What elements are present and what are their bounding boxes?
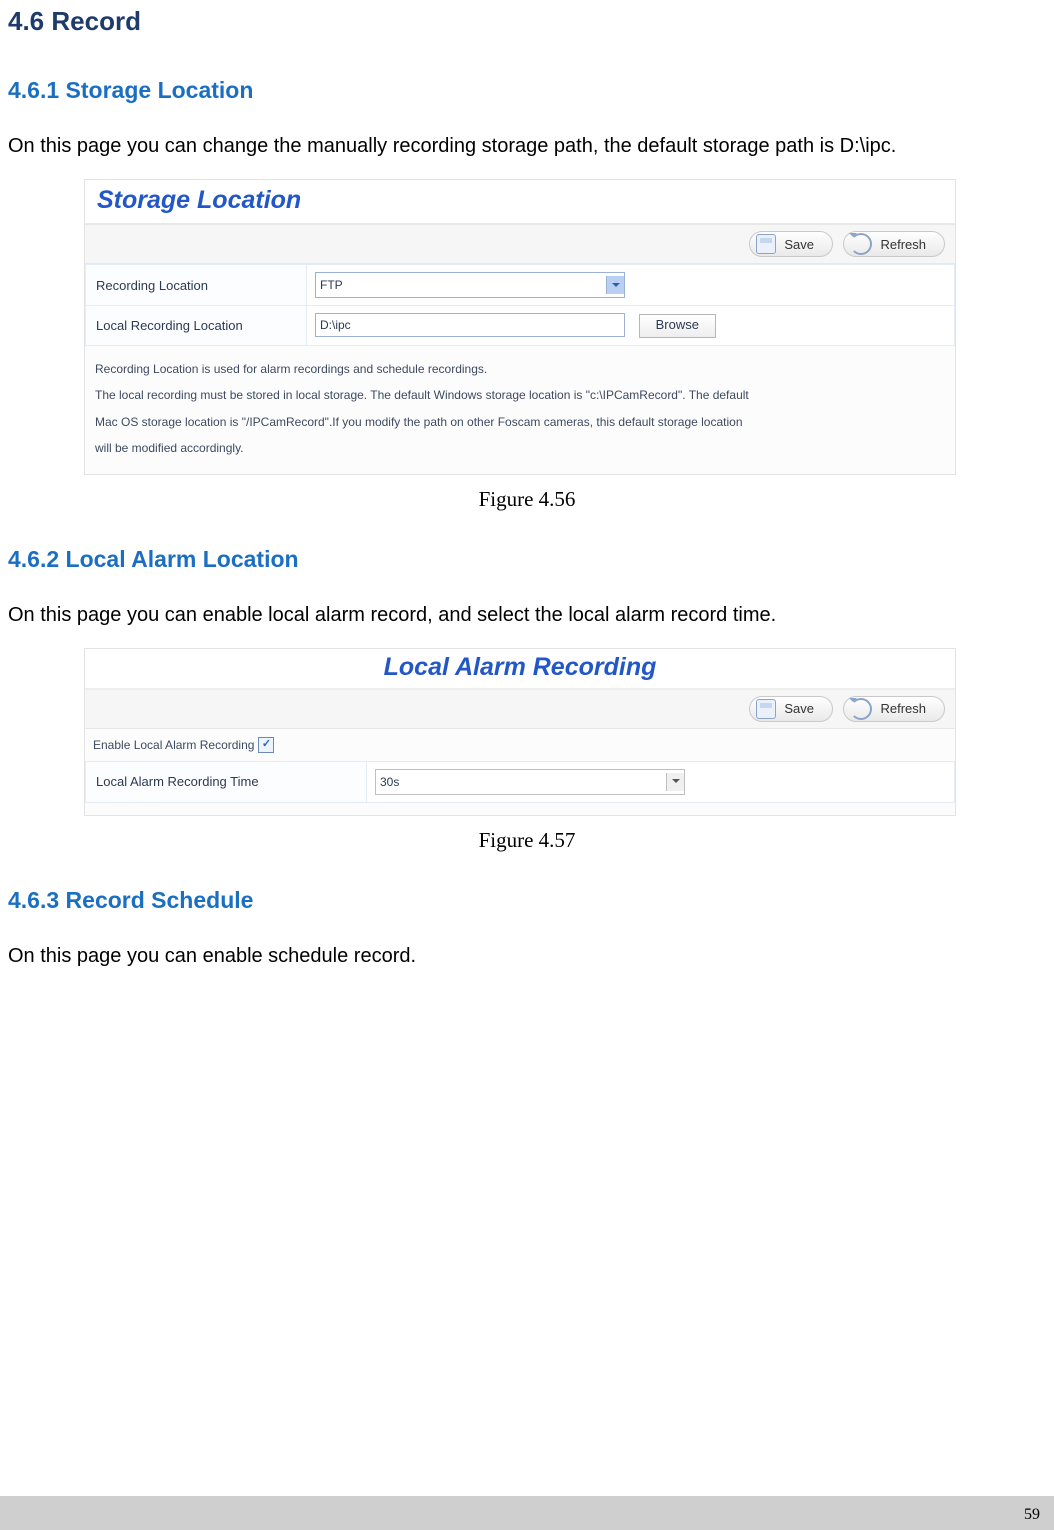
save-icon xyxy=(756,699,776,719)
note-line: Mac OS storage location is "/IPCamRecord… xyxy=(95,409,945,435)
save-button[interactable]: Save xyxy=(749,231,833,257)
panel-toolbar: Save Refresh xyxy=(85,225,955,264)
local-alarm-panel: Local Alarm Recording Save Refresh Enabl… xyxy=(84,648,956,816)
recording-location-label: Recording Location xyxy=(86,265,307,306)
storage-settings-table: Recording Location FTP Local Recording L… xyxy=(85,264,955,346)
heading-4-6-3: 4.6.3 Record Schedule xyxy=(8,887,1046,914)
refresh-icon xyxy=(850,233,872,255)
chevron-down-icon xyxy=(666,773,684,791)
alarm-time-select[interactable]: 30s xyxy=(375,769,685,795)
heading-4-6-1: 4.6.1 Storage Location xyxy=(8,77,1046,104)
paragraph-4-6-1: On this page you can change the manually… xyxy=(8,132,1046,161)
save-button-label: Save xyxy=(784,701,814,716)
page-number: 59 xyxy=(1024,1506,1040,1524)
refresh-button[interactable]: Refresh xyxy=(843,696,945,722)
paragraph-4-6-3: On this page you can enable schedule rec… xyxy=(8,942,1046,971)
alarm-time-label: Local Alarm Recording Time xyxy=(86,761,367,802)
refresh-button-label: Refresh xyxy=(880,237,926,252)
table-row: Recording Location FTP xyxy=(86,265,955,306)
note-line: will be modified accordingly. xyxy=(95,435,945,461)
page-footer-bar xyxy=(0,1496,1054,1530)
figure-caption-4-57: Figure 4.57 xyxy=(8,828,1046,853)
enable-local-alarm-checkbox[interactable] xyxy=(258,737,274,753)
table-row: Local Alarm Recording Time 30s xyxy=(86,761,955,802)
heading-4-6: 4.6 Record xyxy=(8,6,1046,37)
heading-4-6-2: 4.6.2 Local Alarm Location xyxy=(8,546,1046,573)
panel-title: Storage Location xyxy=(85,180,955,225)
storage-location-panel: Storage Location Save Refresh Recording … xyxy=(84,179,956,475)
recording-location-select[interactable]: FTP xyxy=(315,272,625,298)
refresh-icon xyxy=(850,698,872,720)
save-button-label: Save xyxy=(784,237,814,252)
note-line: Recording Location is used for alarm rec… xyxy=(95,356,945,382)
chevron-down-icon xyxy=(606,276,624,294)
table-row: Local Recording Location D:\ipc Browse xyxy=(86,306,955,346)
paragraph-4-6-2: On this page you can enable local alarm … xyxy=(8,601,1046,630)
local-recording-location-input[interactable]: D:\ipc xyxy=(315,313,625,337)
save-icon xyxy=(756,234,776,254)
save-button[interactable]: Save xyxy=(749,696,833,722)
alarm-time-value: 30s xyxy=(380,775,399,789)
enable-local-alarm-label: Enable Local Alarm Recording xyxy=(93,738,254,752)
local-recording-location-label: Local Recording Location xyxy=(86,306,307,346)
panel-title: Local Alarm Recording xyxy=(85,649,955,690)
enable-local-alarm-row: Enable Local Alarm Recording xyxy=(85,729,955,761)
panel-toolbar: Save Refresh xyxy=(85,690,955,729)
note-line: The local recording must be stored in lo… xyxy=(95,382,945,408)
recording-location-value: FTP xyxy=(320,278,343,292)
alarm-settings-table: Local Alarm Recording Time 30s xyxy=(85,761,955,803)
browse-button[interactable]: Browse xyxy=(639,314,716,338)
figure-caption-4-56: Figure 4.56 xyxy=(8,487,1046,512)
panel-notes: Recording Location is used for alarm rec… xyxy=(85,346,955,474)
refresh-button[interactable]: Refresh xyxy=(843,231,945,257)
refresh-button-label: Refresh xyxy=(880,701,926,716)
